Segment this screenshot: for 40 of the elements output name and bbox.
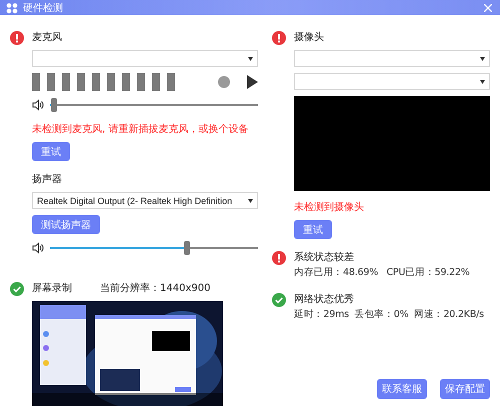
level-bar — [167, 73, 175, 91]
status-title: 系统状态较差 — [294, 251, 355, 264]
status-details: 延时：29ms 丢包率：0% 网速：20.2KB/s — [294, 308, 485, 321]
test-speaker-button[interactable]: 测试扬声器 — [32, 215, 100, 234]
level-bar — [32, 73, 40, 91]
close-button[interactable] — [482, 2, 494, 14]
section-title: 摄像头 — [294, 31, 325, 44]
footer-button[interactable]: 保存配置 — [440, 379, 490, 399]
speaker-icon — [32, 99, 44, 111]
section-title: 麦克风 — [32, 31, 63, 44]
level-bar — [152, 73, 160, 91]
caret-icon — [248, 56, 253, 60]
caret-icon — [480, 56, 485, 60]
error-message: 未检测到摄像头 — [294, 201, 365, 214]
error-message: 未检测到麦克风, 请重新插拔麦克风，或换个设备 — [32, 123, 250, 136]
level-bar — [77, 73, 85, 91]
window-title: 硬件检测 — [23, 2, 64, 14]
speaker-icon — [32, 242, 44, 254]
slider-thumb[interactable] — [51, 98, 58, 112]
level-bar — [122, 73, 130, 91]
status-details: 内存已用：48.69% CPU已用：59.22% — [294, 266, 471, 279]
status-title: 网络状态优秀 — [294, 293, 355, 306]
speaker-dropdown[interactable]: Realtek Digital Output (2- Realtek High Definition — [32, 192, 258, 209]
caret-icon — [480, 80, 485, 84]
section-title: 扬声器 — [32, 173, 63, 186]
slider-thumb[interactable] — [184, 241, 190, 255]
resolution-label: 当前分辨率：1440x900 — [100, 282, 210, 295]
footer-button[interactable]: 联系客服 — [377, 379, 427, 399]
app-logo-icon — [6, 2, 18, 14]
level-bar — [62, 73, 70, 91]
section-title: 屏幕录制 — [32, 282, 72, 295]
level-bar — [92, 73, 100, 91]
level-bar — [137, 73, 145, 91]
level-bar — [107, 73, 115, 91]
record-icon[interactable] — [218, 76, 230, 88]
retry-button[interactable]: 重试 — [294, 220, 332, 239]
retry-button[interactable]: 重试 — [32, 142, 70, 161]
caret-icon — [248, 198, 253, 202]
level-bar — [47, 73, 55, 91]
play-icon[interactable] — [247, 75, 258, 89]
